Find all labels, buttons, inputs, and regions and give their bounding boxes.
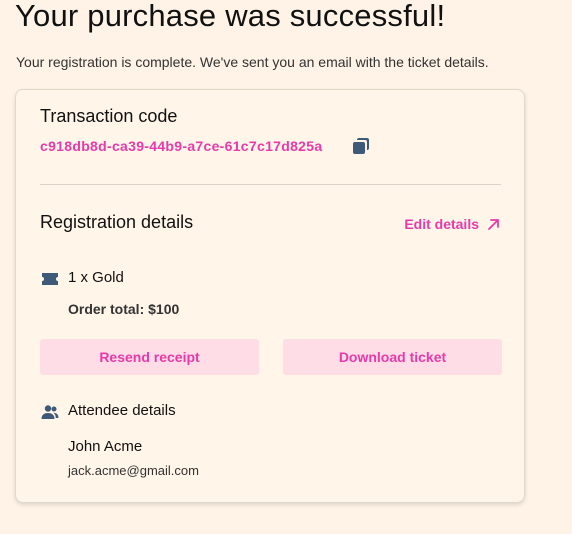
attendee-name: John Acme	[68, 438, 143, 455]
registration-details-label: Registration details	[40, 212, 194, 232]
order-card: Transaction code c918db8d-ca39-44b9-a7ce…	[15, 89, 525, 503]
ticket-label: 1 x Gold	[68, 269, 124, 286]
transaction-code-label: Transaction code	[40, 106, 178, 126]
page-title: Your purchase was successful!	[15, 0, 446, 33]
order-total: Order total: $100	[68, 301, 180, 317]
divider	[40, 184, 501, 185]
resend-receipt-button[interactable]: Resend receipt	[40, 339, 259, 375]
page-subtitle: Your registration is complete. We've sen…	[16, 54, 489, 70]
download-ticket-button[interactable]: Download ticket	[283, 339, 502, 375]
arrow-up-right-icon	[488, 218, 499, 230]
copy-icon[interactable]	[349, 135, 371, 157]
page: Your purchase was successful! Your regis…	[0, 0, 572, 534]
edit-details-link[interactable]: Edit details	[404, 216, 500, 232]
edit-details-label: Edit details	[404, 216, 479, 232]
attendee-email: jack.acme@gmail.com	[68, 463, 199, 478]
users-icon	[41, 405, 59, 419]
attendee-details-label: Attendee details	[68, 402, 176, 419]
ticket-icon	[42, 273, 58, 285]
transaction-code: c918db8d-ca39-44b9-a7ce-61c7c17d825a	[40, 138, 323, 154]
